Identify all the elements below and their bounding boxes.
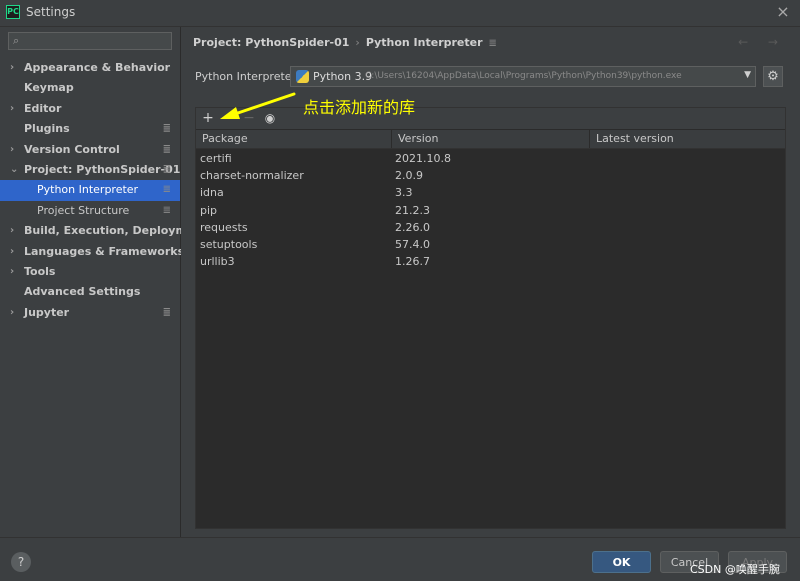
package-name: pip — [200, 203, 218, 217]
chevron-right-icon[interactable]: › — [10, 303, 20, 323]
project-settings-icon: ≣ — [488, 38, 497, 49]
sidebar-item-label: Project Structure — [37, 203, 130, 217]
annotation-arrow-icon — [220, 92, 296, 119]
package-version: 2.26.0 — [395, 220, 430, 234]
add-package-icon[interactable]: + — [199, 109, 217, 127]
project-settings-icon: ≣ — [162, 306, 171, 318]
column-header-latest-version[interactable]: Latest version — [590, 130, 785, 148]
table-row[interactable]: idna 3.3 — [196, 184, 785, 201]
table-row[interactable]: requests 2.26.0 — [196, 219, 785, 236]
package-name: charset-normalizer — [200, 169, 304, 183]
package-name: setuptools — [200, 237, 258, 251]
project-settings-icon: ≣ — [162, 184, 171, 196]
table-row[interactable]: urllib3 1.26.7 — [196, 253, 785, 270]
sidebar-item-keymap[interactable]: Keymap — [0, 78, 180, 98]
sidebar-item-label: Jupyter — [24, 305, 70, 319]
chevron-down-icon[interactable]: ⌄ — [10, 160, 20, 180]
back-forward-icon[interactable]: ← → — [738, 35, 786, 49]
settings-nav: › Appearance & Behavior Keymap › Editor Plugi… — [0, 58, 207, 323]
interpreter-label: Python Interpreter: — [195, 70, 300, 83]
close-icon[interactable]: × — [774, 3, 792, 21]
column-header-version[interactable]: Version — [392, 130, 590, 148]
gear-icon[interactable]: ⚙ — [763, 66, 783, 87]
package-panel: + − ◉ Package Version Latest version cer… — [195, 107, 786, 529]
title-bar: PC Settings × — [0, 0, 800, 27]
csdn-watermark: CSDN @唤醒手腕 — [690, 563, 780, 576]
sidebar-item-label: Build, Execution, Deployment — [24, 224, 208, 238]
package-version: 2021.10.8 — [395, 152, 451, 165]
package-table-header: Package Version Latest version — [196, 130, 785, 149]
search-input[interactable] — [29, 33, 169, 49]
table-row[interactable]: setuptools 57.4.0 — [196, 236, 785, 253]
project-settings-icon: ≣ — [162, 123, 171, 135]
table-row[interactable]: certifi 2021.10.8 — [196, 150, 785, 167]
help-icon[interactable]: ? — [11, 552, 31, 572]
sidebar-item-advanced-settings[interactable]: Advanced Settings — [0, 282, 180, 302]
sidebar-item-project-pythonspider-01[interactable]: ⌄ Project: PythonSpider-01 ≣ — [0, 160, 180, 180]
breadcrumb: Project: PythonSpider-01 › Python Interpre… — [193, 36, 497, 49]
package-name: idna — [200, 186, 224, 200]
annotation-text: 点击添加新的库 — [303, 98, 416, 117]
package-name: urllib3 — [200, 255, 235, 269]
sidebar-item-version-control[interactable]: › Version Control ≣ — [0, 140, 180, 160]
package-version: 57.4.0 — [395, 237, 430, 251]
package-table-body: certifi 2021.10.8 charset-normalizer 2.0.9 i… — [196, 150, 785, 270]
project-settings-icon: ≣ — [162, 163, 171, 175]
sidebar-item-label: Keymap — [24, 81, 74, 95]
interpreter-select[interactable]: Python 3.9 C:\Users\16204\AppData\Local\… — [290, 66, 756, 87]
sidebar-item-label: Languages & Frameworks — [24, 244, 185, 258]
table-row[interactable]: charset-normalizer 2.0.9 — [196, 167, 785, 184]
chevron-right-icon[interactable]: › — [10, 99, 20, 119]
sidebar-item-tools[interactable]: › Tools — [0, 262, 180, 282]
search-box[interactable]: ⌕ — [8, 32, 172, 50]
project-settings-icon: ≣ — [162, 204, 171, 216]
sidebar-item-appearance-behavior[interactable]: › Appearance & Behavior — [0, 58, 180, 78]
breadcrumb-separator-icon: › — [355, 36, 360, 49]
column-header-package[interactable]: Package — [196, 130, 392, 148]
interpreter-path: C:\Users\16204\AppData\Local\Programs\Py… — [365, 71, 682, 81]
interpreter-name: Python 3.9 — [313, 70, 373, 83]
python-icon — [296, 70, 309, 83]
package-version: 2.0.9 — [395, 169, 423, 183]
package-version: 3.3 — [395, 186, 413, 200]
sidebar-item-label: Plugins — [24, 122, 70, 136]
package-name: certifi — [200, 152, 232, 165]
chevron-right-icon[interactable]: › — [10, 262, 20, 282]
sidebar-item-label: Appearance & Behavior — [24, 61, 171, 74]
chevron-right-icon[interactable]: › — [10, 221, 20, 241]
dialog-footer: ? OK Cancel Apply CSDN @唤醒手腕 — [0, 537, 800, 581]
sidebar-item-label: Python Interpreter — [37, 183, 139, 197]
chevron-right-icon[interactable]: › — [10, 58, 20, 78]
project-settings-icon: ≣ — [162, 143, 171, 155]
chevron-down-icon[interactable]: ▼ — [744, 70, 751, 80]
sidebar-item-build-execution-deployment[interactable]: › Build, Execution, Deployment — [0, 221, 207, 241]
sidebar-item-label: Tools — [24, 264, 56, 278]
breadcrumb-project[interactable]: Project: PythonSpider-01 — [193, 36, 349, 49]
sidebar-item-editor[interactable]: › Editor — [0, 99, 180, 119]
package-version: 21.2.3 — [395, 203, 430, 217]
search-icon: ⌕ — [13, 34, 20, 47]
ok-button[interactable]: OK — [592, 551, 651, 573]
sidebar-item-label: Advanced Settings — [24, 285, 141, 299]
sidebar-item-label: Editor — [24, 101, 62, 115]
sidebar-item-python-interpreter[interactable]: Python Interpreter ≣ — [0, 180, 180, 201]
sidebar-item-jupyter[interactable]: › Jupyter ≣ — [0, 303, 180, 323]
table-row[interactable]: pip 21.2.3 — [196, 202, 785, 219]
pycharm-logo-icon: PC — [6, 5, 20, 19]
sidebar: ⌕ › Appearance & Behavior Keymap › Editor Plu… — [0, 27, 207, 537]
breadcrumb-page: Python Interpreter — [365, 36, 483, 49]
package-name: requests — [200, 220, 248, 234]
package-version: 1.26.7 — [395, 255, 430, 269]
sidebar-item-label: Project: PythonSpider-01 — [24, 162, 181, 176]
sidebar-item-label: Version Control — [24, 142, 120, 156]
sidebar-item-languages-frameworks[interactable]: › Languages & Frameworks — [0, 242, 184, 262]
chevron-right-icon[interactable]: › — [10, 242, 20, 262]
sidebar-item-plugins[interactable]: Plugins ≣ — [0, 119, 180, 139]
sidebar-item-project-structure[interactable]: Project Structure ≣ — [0, 201, 180, 221]
window-title: Settings — [26, 5, 76, 19]
chevron-right-icon[interactable]: › — [10, 140, 20, 160]
